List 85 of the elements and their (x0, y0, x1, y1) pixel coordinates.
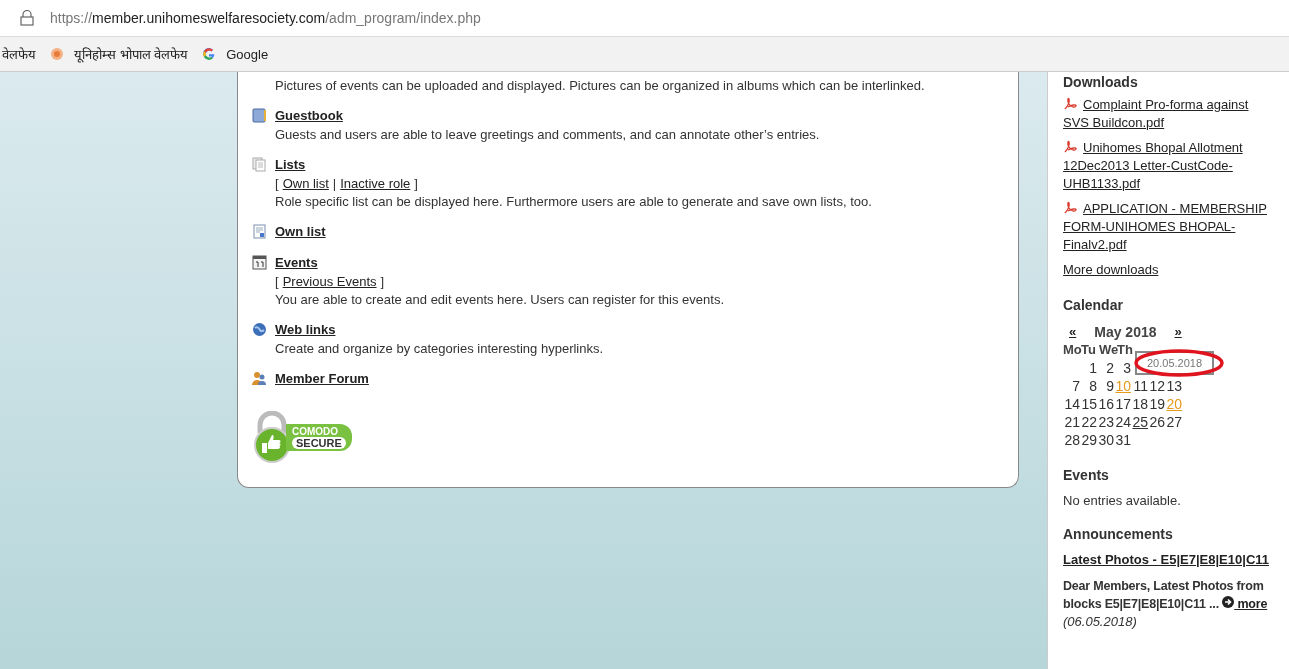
weekday-label: Tu (1081, 341, 1097, 359)
calendar-day[interactable]: 25 (1131, 413, 1148, 431)
arrow-circle-icon (1222, 596, 1235, 608)
calendar-day[interactable]: 27 (1165, 413, 1182, 431)
calendar-day[interactable]: 3 (1114, 359, 1131, 377)
calendar-day[interactable]: 23 (1097, 413, 1114, 431)
calendar-day[interactable]: 15 (1080, 395, 1097, 413)
url-text[interactable]: https://member.unihomeswelfaresociety.com/adm_program/index.php (50, 10, 481, 26)
bracket-text: [ (275, 175, 279, 193)
calendar-day[interactable]: 8 (1080, 377, 1097, 395)
calendar-day[interactable]: 2 (1097, 359, 1114, 377)
module-link[interactable]: Events (275, 253, 724, 273)
module-link[interactable]: Guestbook (275, 106, 820, 126)
bracket-text: [ (275, 273, 279, 291)
calendar-day[interactable]: 11 (1131, 377, 1148, 395)
calendar-day[interactable]: 1 (1080, 359, 1097, 377)
download-link[interactable]: Unihomes Bhopal Allotment 12Dec2013 Letter-CustCode-UHB1133.pdf (1063, 139, 1269, 193)
month-title: May 2018 (1094, 323, 1157, 341)
calendar-icon (252, 255, 267, 270)
calendar-day[interactable]: 26 (1148, 413, 1165, 431)
calendar-day[interactable]: 24 (1114, 413, 1131, 431)
calendar-day[interactable]: 22 (1080, 413, 1097, 431)
calendar-day[interactable]: 7 (1063, 377, 1080, 395)
calendar-day[interactable]: 17 (1114, 395, 1131, 413)
module-link[interactable]: Lists (275, 155, 872, 175)
badge-text: COMODO (292, 425, 340, 437)
module-link[interactable]: Member Forum (275, 369, 369, 389)
sub-link[interactable]: Previous Events (282, 273, 377, 291)
empty-message: No entries available. (1063, 493, 1182, 508)
section-heading: Downloads (1063, 74, 1139, 90)
sub-link[interactable]: Inactive role (340, 175, 411, 193)
next-month-link[interactable]: » (1174, 323, 1182, 341)
bracket-text: ] (380, 273, 385, 291)
calendar-day[interactable]: 21 (1063, 413, 1080, 431)
globe-icon (252, 322, 267, 337)
calendar-day[interactable]: 30 (1097, 431, 1114, 449)
more-downloads-link[interactable]: More downloads (1063, 261, 1283, 279)
module-link[interactable]: Own list (275, 222, 326, 242)
sub-link[interactable]: Own list (282, 175, 329, 193)
bookmark-link[interactable]: यूनिहोम्स भोपाल वेलफेय (74, 45, 189, 63)
book-icon (252, 108, 267, 123)
calendar-day[interactable]: 31 (1114, 431, 1131, 449)
weekday-label: We (1099, 341, 1117, 359)
section-heading: Announcements (1063, 526, 1174, 542)
padlock-thumb-icon (252, 411, 292, 463)
section-heading: Events (1063, 467, 1110, 483)
calendar-day[interactable]: 18 (1131, 395, 1148, 413)
pdf-icon (1063, 97, 1077, 110)
module-description: You are able to create and edit events here. Users can register for this events. (275, 291, 724, 309)
module-description: Role specific list can be displayed here. Furthermore users are able to generate and save own lists, too. (275, 193, 872, 211)
separator-text: | (332, 175, 337, 193)
calendar-day[interactable]: 16 (1097, 395, 1114, 413)
bracket-text: ] (414, 175, 418, 193)
calendar-day[interactable]: 28 (1063, 431, 1080, 449)
announcement-text: Dear Members, Latest Photos from blocks E5|E7|E8|E10|C11 ... more (1063, 578, 1269, 613)
section-heading: Calendar (1063, 297, 1124, 313)
announcement-date: (06.05.2018) (1063, 613, 1138, 631)
weekday-label: Mo (1063, 341, 1081, 359)
pages-icon (252, 157, 267, 172)
bookmark-link[interactable]: वेलफेय (2, 45, 36, 63)
calendar-day[interactable]: 9 (1097, 377, 1114, 395)
announcement-link[interactable]: Latest Photos - E5|E7|E8|E10|C11 (1063, 552, 1283, 567)
google-icon (202, 47, 217, 61)
lock-icon (20, 10, 34, 26)
more-link[interactable]: more (1222, 597, 1268, 611)
calendar-day[interactable]: 13 (1165, 377, 1182, 395)
module-description: Pictures of events can be uploaded and displayed. Pictures can be organized in albums which can be interlinked. (275, 77, 925, 95)
download-link[interactable]: Complaint Pro-forma against SVS Buildcon.pdf (1063, 96, 1269, 132)
calendar-day[interactable]: 19 (1148, 395, 1165, 413)
bookmark-link[interactable]: Google (226, 46, 269, 62)
document-icon (252, 224, 267, 239)
flower-icon (50, 47, 64, 61)
pdf-icon (1063, 140, 1077, 153)
weekday-label: Th (1117, 341, 1134, 359)
calendar-day[interactable]: 29 (1080, 431, 1097, 449)
calendar-day[interactable]: 12 (1148, 377, 1165, 395)
download-link[interactable]: APPLICATION - MEMBERSHIP FORM-UNIHOMES BHOPAL-Finalv2.pdf (1063, 200, 1269, 254)
pdf-icon (1063, 201, 1077, 214)
module-link[interactable]: Web links (275, 320, 604, 340)
people-icon (252, 371, 267, 386)
previous-month-link[interactable]: « (1069, 323, 1077, 341)
module-description: Guests and users are able to leave greetings and comments, and can annotate other’s entries. (275, 126, 820, 144)
module-description: Create and organize by categories interesting hyperlinks. (275, 340, 604, 358)
badge-text: SECURE (292, 436, 346, 449)
calendar-day[interactable]: 14 (1063, 395, 1080, 413)
